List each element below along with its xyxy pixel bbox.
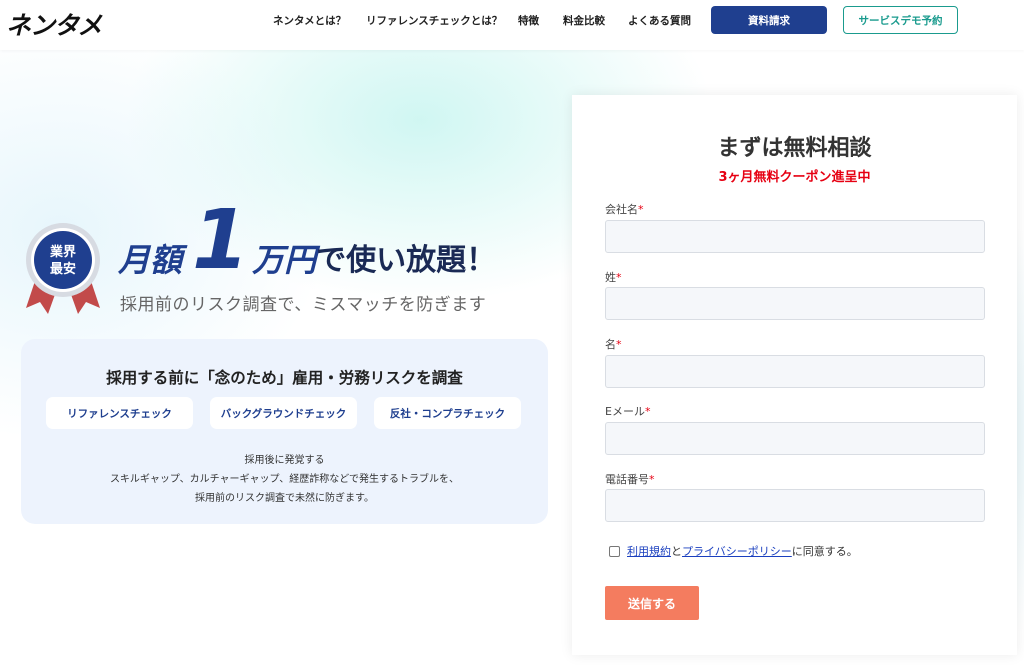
last-name-input[interactable]	[605, 287, 985, 320]
risk-desc-line2: スキルギャップ、カルチャーギャップ、経歴詐称などで発生するトラブルを、	[109, 474, 460, 485]
ribbon-badge-icon: 業界 最安	[26, 223, 100, 314]
privacy-policy-link[interactable]: プライバシーポリシー	[682, 543, 792, 559]
terms-link[interactable]: 利用規約	[627, 543, 671, 559]
last-name-label: 姓*	[605, 271, 622, 284]
first-name-label: 名*	[605, 338, 622, 351]
consultation-form: まずは無料相談 3ヶ月無料クーポン進呈中 会社名* 姓* 名* Eメール* 電話…	[572, 95, 1017, 655]
phone-label: 電話番号*	[605, 473, 655, 486]
submit-button[interactable]: 送信する	[605, 586, 699, 620]
company-label: 会社名*	[605, 203, 644, 216]
nav-link-features[interactable]: 特徴	[518, 13, 539, 28]
headline-unlimited: で使い放題！	[316, 242, 497, 278]
lowest-price-badge: 業界 最安	[22, 222, 104, 318]
hero-headline: 月額 1 万円 で使い放題！	[118, 193, 497, 288]
risk-panel-title: 採用する前に「念のため」雇用・労務リスクを調査	[106, 369, 463, 387]
agree-checkbox[interactable]	[609, 545, 620, 557]
company-name-input[interactable]	[605, 220, 985, 253]
site-header: ネンタメ ネンタメとは？ リファレンスチェックとは？ 特徴 料金比較 よくある質…	[0, 0, 1024, 50]
risk-check-panel: 採用する前に「念のため」雇用・労務リスクを調査 リファレンスチェック バックグラ…	[21, 339, 548, 524]
risk-panel-description: 採用後に発覚する スキルギャップ、カルチャーギャップ、経歴詐称などで発生するトラ…	[21, 451, 548, 508]
email-input[interactable]	[605, 422, 985, 455]
first-name-input[interactable]	[605, 355, 985, 388]
pill-background-check: バックグラウンドチェック	[210, 397, 357, 429]
headline-number: 1	[192, 193, 249, 288]
nav-link-about[interactable]: ネンタメとは？	[273, 13, 346, 28]
site-logo[interactable]: ネンタメ	[6, 6, 102, 42]
headline-yen: 万円	[252, 240, 317, 279]
nav-link-pricing[interactable]: 料金比較	[563, 13, 605, 28]
agree-and-text: と	[671, 545, 682, 558]
hero-subhead: 採用前のリスク調査で、ミスマッチを防ぎます	[120, 295, 487, 315]
nav-link-faq[interactable]: よくある質問	[628, 13, 691, 28]
nav-link-reference-check[interactable]: リファレンスチェックとは？	[366, 13, 502, 28]
phone-input[interactable]	[605, 489, 985, 522]
request-docs-button[interactable]: 資料請求	[711, 6, 827, 34]
form-title: まずは無料相談	[717, 136, 872, 161]
headline-monthly: 月額	[118, 240, 183, 279]
badge-line2: 最安	[50, 261, 76, 277]
pill-reference-check: リファレンスチェック	[46, 397, 193, 429]
demo-booking-button[interactable]: サービスデモ予約	[843, 6, 958, 34]
risk-desc-line1: 採用後に発覚する	[244, 455, 325, 466]
agree-row: 利用規約 と プライバシーポリシー に同意する。	[609, 543, 858, 559]
pill-compliance-check: 反社・コンプラチェック	[374, 397, 521, 429]
badge-line1: 業界	[49, 244, 76, 260]
email-label: Eメール*	[605, 405, 651, 418]
risk-desc-line3: 採用前のリスク調査で未然に防ぎます。	[195, 493, 374, 504]
form-coupon-note: 3ヶ月無料クーポン進呈中	[718, 170, 871, 185]
agree-suffix-text: に同意する。	[791, 545, 858, 558]
